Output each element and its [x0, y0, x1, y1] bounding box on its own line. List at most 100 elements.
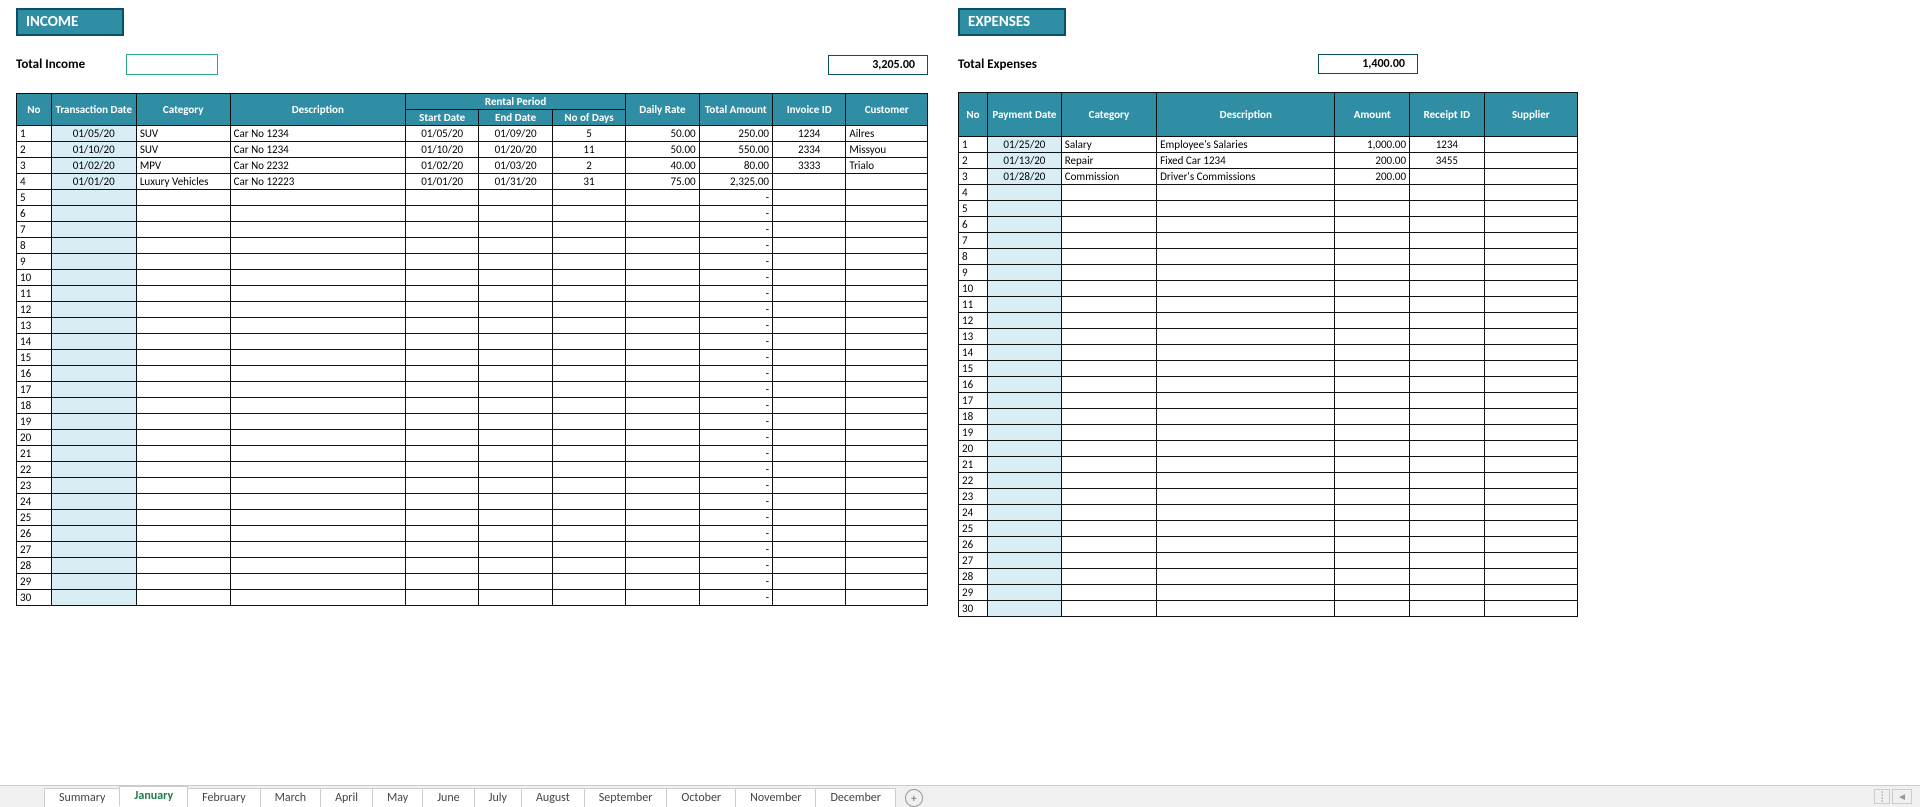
- cell[interactable]: [51, 558, 136, 574]
- cell[interactable]: [479, 494, 552, 510]
- cell-cat[interactable]: Luxury Vehicles: [136, 174, 230, 190]
- cell[interactable]: [1484, 233, 1577, 249]
- tab-december[interactable]: December: [815, 788, 895, 807]
- table-row[interactable]: 11-: [17, 286, 928, 302]
- cell[interactable]: [136, 334, 230, 350]
- cell[interactable]: [1335, 217, 1410, 233]
- cell-no[interactable]: 18: [959, 409, 988, 425]
- cell-no[interactable]: 27: [959, 553, 988, 569]
- cell[interactable]: [626, 414, 699, 430]
- cell-amt[interactable]: -: [699, 350, 772, 366]
- cell[interactable]: [136, 478, 230, 494]
- cell[interactable]: [230, 446, 405, 462]
- th-e-cat[interactable]: Category: [1061, 93, 1156, 137]
- cell[interactable]: [988, 201, 1062, 217]
- cell-amt[interactable]: 200.00: [1335, 153, 1410, 169]
- cell[interactable]: [988, 425, 1062, 441]
- cell[interactable]: [1410, 361, 1485, 377]
- cell-no[interactable]: 30: [959, 601, 988, 617]
- cell[interactable]: [846, 302, 928, 318]
- expenses-table[interactable]: No Payment Date Category Description Amo…: [958, 92, 1578, 617]
- cell[interactable]: [773, 350, 846, 366]
- cell-desc[interactable]: Car No 12223: [230, 174, 405, 190]
- table-row[interactable]: 8: [959, 249, 1578, 265]
- cell[interactable]: [1410, 473, 1485, 489]
- cell[interactable]: [479, 270, 552, 286]
- cell[interactable]: [1484, 281, 1577, 297]
- cell-no[interactable]: 4: [959, 185, 988, 201]
- cell[interactable]: [773, 238, 846, 254]
- cell-no[interactable]: 11: [17, 286, 52, 302]
- cell[interactable]: [1335, 585, 1410, 601]
- cell[interactable]: [1157, 393, 1335, 409]
- cell[interactable]: [136, 526, 230, 542]
- cell[interactable]: [1410, 569, 1485, 585]
- cell[interactable]: [1335, 521, 1410, 537]
- cell-inv[interactable]: [773, 174, 846, 190]
- cell[interactable]: [51, 414, 136, 430]
- cell[interactable]: [1410, 409, 1485, 425]
- cell[interactable]: [1157, 537, 1335, 553]
- cell[interactable]: [136, 574, 230, 590]
- cell[interactable]: [479, 350, 552, 366]
- cell[interactable]: [51, 430, 136, 446]
- cell-no[interactable]: 19: [17, 414, 52, 430]
- cell-no[interactable]: 10: [17, 270, 52, 286]
- cell[interactable]: [479, 542, 552, 558]
- cell[interactable]: [1335, 249, 1410, 265]
- table-row[interactable]: 5: [959, 201, 1578, 217]
- cell[interactable]: [1157, 409, 1335, 425]
- cell[interactable]: [1335, 329, 1410, 345]
- cell[interactable]: [230, 542, 405, 558]
- cell[interactable]: [846, 462, 928, 478]
- cell-cust[interactable]: Trialo: [846, 158, 928, 174]
- cell-amt[interactable]: -: [699, 190, 772, 206]
- cell[interactable]: [1484, 441, 1577, 457]
- cell-sup[interactable]: [1484, 169, 1577, 185]
- table-row[interactable]: 28-: [17, 558, 928, 574]
- tab-january[interactable]: January: [119, 786, 188, 807]
- cell[interactable]: [988, 249, 1062, 265]
- cell[interactable]: [1410, 393, 1485, 409]
- cell-amt[interactable]: -: [699, 574, 772, 590]
- cell-no[interactable]: 16: [17, 366, 52, 382]
- cell[interactable]: [51, 590, 136, 606]
- cell[interactable]: [1061, 457, 1156, 473]
- cell[interactable]: [405, 590, 478, 606]
- cell[interactable]: [1335, 425, 1410, 441]
- cell[interactable]: [626, 526, 699, 542]
- cell[interactable]: [51, 302, 136, 318]
- cell[interactable]: [1410, 281, 1485, 297]
- cell[interactable]: [626, 366, 699, 382]
- cell[interactable]: [552, 382, 625, 398]
- cell[interactable]: [405, 414, 478, 430]
- cell[interactable]: [405, 238, 478, 254]
- table-row[interactable]: 6-: [17, 206, 928, 222]
- cell[interactable]: [51, 494, 136, 510]
- cell-no[interactable]: 6: [17, 206, 52, 222]
- table-row[interactable]: 7: [959, 233, 1578, 249]
- cell[interactable]: [552, 206, 625, 222]
- cell[interactable]: [479, 590, 552, 606]
- cell[interactable]: [230, 462, 405, 478]
- cell[interactable]: [230, 222, 405, 238]
- tab-february[interactable]: February: [187, 788, 261, 807]
- cell[interactable]: [479, 254, 552, 270]
- cell[interactable]: [230, 206, 405, 222]
- cell[interactable]: [1335, 393, 1410, 409]
- cell-sd[interactable]: 01/02/20: [405, 158, 478, 174]
- cell[interactable]: [230, 318, 405, 334]
- cell[interactable]: [1157, 217, 1335, 233]
- th-days[interactable]: No of Days: [552, 110, 625, 126]
- cell[interactable]: [479, 558, 552, 574]
- cell[interactable]: [479, 382, 552, 398]
- cell[interactable]: [552, 350, 625, 366]
- cell[interactable]: [626, 222, 699, 238]
- table-row[interactable]: 17-: [17, 382, 928, 398]
- cell[interactable]: [773, 222, 846, 238]
- cell[interactable]: [846, 270, 928, 286]
- cell[interactable]: [1157, 473, 1335, 489]
- cell[interactable]: [51, 366, 136, 382]
- cell[interactable]: [1157, 553, 1335, 569]
- cell[interactable]: [405, 270, 478, 286]
